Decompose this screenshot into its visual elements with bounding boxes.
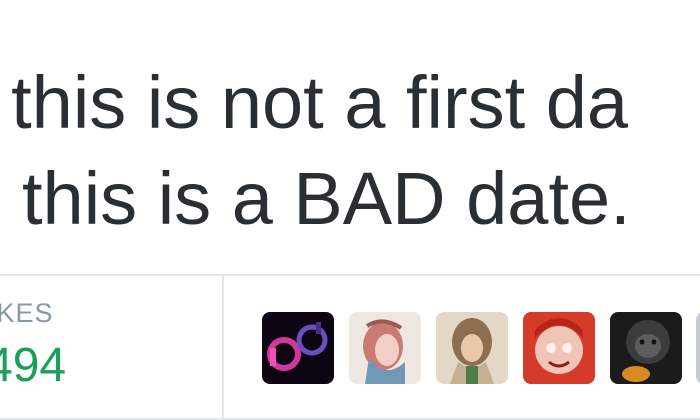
avatar-1[interactable]: [262, 312, 334, 384]
avatar-3[interactable]: [436, 312, 508, 384]
avatar-3-image: [436, 312, 508, 384]
avatar-4-image: [523, 312, 595, 384]
avatar-6-image: [696, 312, 700, 384]
likes-stat[interactable]: IKES 494: [0, 276, 224, 418]
tweet-stats-bar: IKES 494: [0, 274, 700, 420]
avatar-2[interactable]: [349, 312, 421, 384]
avatar-6[interactable]: [696, 312, 700, 384]
likes-count: 494: [0, 339, 67, 392]
tweet-text: t this is not a first da this is a BAD d…: [0, 0, 700, 272]
avatar-2-image: [349, 312, 421, 384]
tweet-text-line-2: this is a BAD date.: [22, 157, 631, 240]
avatar-4[interactable]: [523, 312, 595, 384]
avatar-5-image: [610, 312, 682, 384]
avatar-5[interactable]: [610, 312, 682, 384]
liker-avatars: [262, 312, 700, 386]
likes-label: IKES: [0, 298, 54, 328]
tweet-card: t this is not a first da this is a BAD d…: [0, 0, 700, 420]
tweet-text-line-1: t this is not a first da: [0, 61, 629, 144]
avatar-1-image: [262, 312, 334, 384]
